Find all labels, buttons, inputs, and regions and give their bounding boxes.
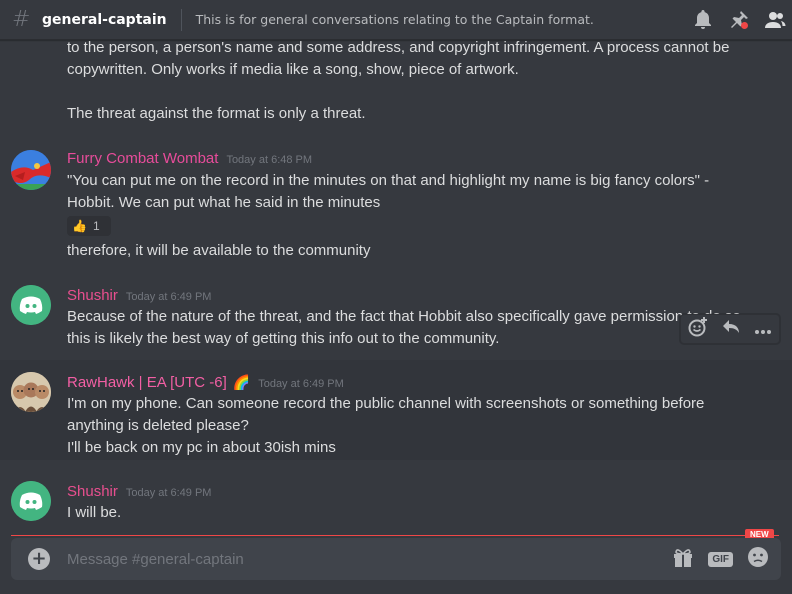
message-content: I will be. — [67, 502, 121, 524]
pin-icon[interactable] — [728, 9, 750, 31]
message-header: Shushir Today at 6:49 PM — [67, 285, 211, 304]
message-list[interactable]: to the person, a person's name and some … — [0, 40, 792, 530]
gif-icon[interactable]: GIF — [708, 551, 733, 567]
message-line: I'm on my phone. Can someone record the … — [67, 395, 705, 412]
add-reaction-icon[interactable] — [688, 317, 708, 341]
avatar[interactable] — [11, 285, 51, 325]
new-messages-divider — [11, 535, 779, 536]
composer-buttons: GIF — [672, 546, 769, 572]
message-line: therefore, it will be available to the c… — [67, 242, 371, 259]
message-input[interactable] — [67, 550, 673, 568]
hash-icon: # — [12, 6, 31, 32]
message-header: Furry Combat Wombat Today at 6:48 PM — [67, 148, 312, 167]
reply-icon[interactable] — [722, 319, 740, 339]
header-divider — [180, 8, 182, 31]
more-icon[interactable] — [754, 320, 772, 339]
timestamp[interactable]: Today at 6:48 PM — [226, 154, 312, 166]
message-line: The threat against the format is only a … — [67, 105, 366, 122]
bell-icon[interactable] — [692, 9, 714, 31]
message-line: this is likely the best way of getting t… — [67, 330, 500, 347]
emoji-icon[interactable] — [747, 546, 769, 572]
message-header: Shushir Today at 6:49 PM — [67, 481, 211, 500]
rainbow-icon: 🌈 — [232, 375, 251, 391]
avatar[interactable] — [11, 481, 51, 521]
message-composer: + GIF — [11, 538, 781, 580]
message-content: Because of the nature of the threat, and… — [67, 306, 745, 350]
message-action-toolbar — [680, 314, 780, 344]
message-line: copywritten. Only works if media like a … — [67, 61, 519, 78]
timestamp[interactable]: Today at 6:49 PM — [126, 487, 212, 499]
reaction-thumbs-up[interactable]: 👍 1 — [67, 216, 111, 236]
timestamp[interactable]: Today at 6:49 PM — [126, 291, 212, 303]
message-line: Hobbit. We can put what he said in the m… — [67, 194, 381, 211]
message-content: I'm on my phone. Can someone record the … — [67, 393, 704, 459]
members-icon[interactable] — [764, 9, 786, 31]
author-name[interactable]: RawHawk | EA [UTC -6] — [67, 374, 227, 391]
message-line: Because of the nature of the threat, and… — [67, 308, 745, 325]
author-name[interactable]: Furry Combat Wombat — [67, 150, 218, 167]
plus-icon[interactable]: + — [28, 548, 50, 570]
author-name[interactable]: Shushir — [67, 483, 118, 500]
message-header: RawHawk | EA [UTC -6] 🌈 Today at 6:49 PM — [67, 372, 344, 391]
message-content: "You can put me on the record in the min… — [67, 170, 709, 214]
reaction-count: 1 — [92, 219, 100, 233]
channel-header: # general-captain This is for general co… — [0, 0, 792, 40]
gift-icon[interactable] — [672, 547, 694, 571]
message-line: to the person, a person's name and some … — [67, 40, 730, 56]
header-toolbar — [692, 9, 786, 31]
message-content: to the person, a person's name and some … — [67, 40, 729, 125]
message-line: anything is deleted please? — [67, 417, 249, 434]
message-line — [67, 81, 729, 103]
message-line: I'll be back on my pc in about 30ish min… — [67, 439, 336, 456]
message-line: "You can put me on the record in the min… — [67, 172, 710, 189]
avatar[interactable] — [11, 372, 51, 412]
message-line: I will be. — [67, 504, 122, 521]
author-name[interactable]: Shushir — [67, 287, 118, 304]
channel-name: general-captain — [42, 11, 167, 28]
thumbs-up-icon: 👍 — [72, 219, 87, 233]
timestamp[interactable]: Today at 6:49 PM — [258, 378, 344, 390]
channel-topic[interactable]: This is for general conversations relati… — [196, 12, 594, 27]
avatar[interactable] — [11, 150, 51, 190]
